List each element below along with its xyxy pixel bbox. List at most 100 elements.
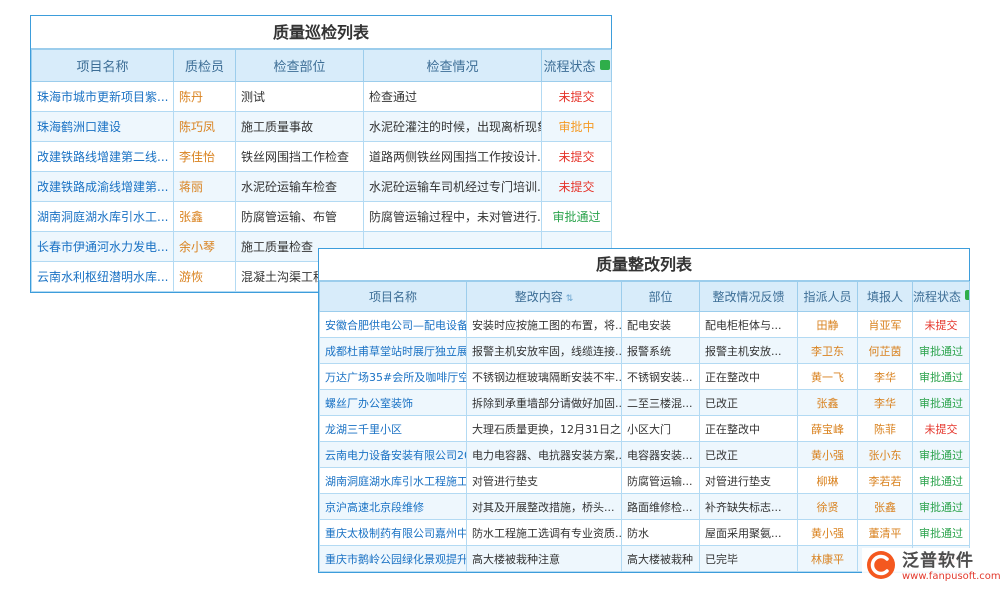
table-row[interactable]: 成都杜甫草堂站时展厅独立展...报警主机安放牢固，线缆连接...报警系统报警主机…	[320, 338, 970, 364]
table-cell: 肖亚军	[858, 312, 913, 338]
table-row[interactable]: 珠海市城市更新项目紫...陈丹测试检查通过未提交	[32, 82, 612, 112]
table-cell[interactable]: 重庆市鹅岭公园绿化景观提升...	[320, 546, 467, 572]
column-header[interactable]: 整改情况反馈	[700, 282, 798, 312]
cell-text: 小区大门	[627, 423, 671, 436]
table-cell[interactable]: 长春市伊通河水力发电...	[32, 232, 174, 262]
project-link[interactable]: 云南电力设备安装有限公司20...	[325, 449, 467, 462]
table-cell[interactable]: 湖南洞庭湖水库引水工程施工...	[320, 468, 467, 494]
person-name: 陈巧凤	[179, 120, 215, 134]
cell-text: 配电安装	[627, 319, 671, 332]
table-cell: 已完毕	[700, 546, 798, 572]
column-header[interactable]: 质检员	[174, 50, 236, 82]
column-header-label: 检查情况	[426, 60, 478, 75]
column-header[interactable]: 填报人	[858, 282, 913, 312]
table-cell: 蒋丽	[174, 172, 236, 202]
column-header[interactable]: 项目名称	[320, 282, 467, 312]
cell-text: 检查通过	[369, 90, 417, 104]
person-name: 李若若	[869, 475, 902, 488]
column-header[interactable]: 指派人员	[798, 282, 858, 312]
status-text: 审批通过	[919, 475, 963, 488]
table-cell: 小区大门	[622, 416, 700, 442]
table-cell[interactable]: 珠海市城市更新项目紫...	[32, 82, 174, 112]
person-name: 陈丹	[179, 90, 203, 104]
export-icon[interactable]	[965, 290, 969, 300]
table-cell[interactable]: 重庆太极制药有限公司嘉州中...	[320, 520, 467, 546]
column-header[interactable]: 流程状态	[913, 282, 970, 312]
table-cell[interactable]: 京沪高速北京段维修	[320, 494, 467, 520]
table-cell: 路面维修检...	[622, 494, 700, 520]
table-cell[interactable]: 改建铁路线增建第二线...	[32, 142, 174, 172]
cell-text: 水泥砼运输车检查	[241, 180, 337, 194]
table-cell[interactable]: 安徽合肥供电公司—配电设备...	[320, 312, 467, 338]
cell-text: 水泥砼灌注的时候，出现离析现象	[369, 120, 542, 134]
table-row[interactable]: 螺丝厂办公室装饰拆除到承重墙部分请做好加固...二至三楼混...已改正张鑫李华审…	[320, 390, 970, 416]
column-header[interactable]: 项目名称	[32, 50, 174, 82]
table-row[interactable]: 改建铁路成渝线增建第... 蒋丽水泥砼运输车检查 水泥砼运输车司机经过专门培训...…	[32, 172, 612, 202]
table-cell: 补齐缺失标志...	[700, 494, 798, 520]
project-link[interactable]: 龙湖三千里小区	[325, 423, 402, 436]
project-link[interactable]: 长春市伊通河水力发电...	[37, 240, 168, 254]
project-link[interactable]: 重庆太极制药有限公司嘉州中...	[325, 527, 467, 540]
table-row[interactable]: 珠海鹤洲口建设陈巧凤施工质量事故水泥砼灌注的时候，出现离析现象审批中	[32, 112, 612, 142]
table-cell: 柳琳	[798, 468, 858, 494]
project-link[interactable]: 云南水利枢纽潜明水库...	[37, 270, 168, 284]
person-name: 李华	[874, 397, 896, 410]
table-cell[interactable]: 珠海鹤洲口建设	[32, 112, 174, 142]
project-link[interactable]: 安徽合肥供电公司—配电设备...	[325, 319, 467, 332]
table-row[interactable]: 改建铁路线增建第二线...李佳怡铁丝网围挡工作检查道路两侧铁丝网围挡工作按设计.…	[32, 142, 612, 172]
table-cell[interactable]: 改建铁路成渝线增建第...	[32, 172, 174, 202]
project-link[interactable]: 湖南洞庭湖水库引水工程施工...	[325, 475, 467, 488]
table-cell[interactable]: 成都杜甫草堂站时展厅独立展...	[320, 338, 467, 364]
table-row[interactable]: 云南电力设备安装有限公司20...电力电容器、电抗器安装方案,...电容器安装.…	[320, 442, 970, 468]
table-cell: 测试	[236, 82, 364, 112]
person-name: 张鑫	[179, 210, 203, 224]
cell-text: 已完毕	[705, 553, 738, 566]
table-row[interactable]: 京沪高速北京段维修对其及开展整改措施，桥头...路面维修检...补齐缺失标志..…	[320, 494, 970, 520]
column-header[interactable]: 部位	[622, 282, 700, 312]
table-row[interactable]: 安徽合肥供电公司—配电设备...安装时应按施工图的布置，将...配电安装配电柜柜…	[320, 312, 970, 338]
table-cell: 水泥砼运输车司机经过专门培训...	[364, 172, 542, 202]
column-header-label: 质检员	[185, 60, 224, 75]
table-cell[interactable]: 云南电力设备安装有限公司20...	[320, 442, 467, 468]
table-cell[interactable]: 螺丝厂办公室装饰	[320, 390, 467, 416]
project-link[interactable]: 珠海鹤洲口建设	[37, 120, 121, 134]
project-link[interactable]: 改建铁路线增建第二线...	[37, 150, 168, 164]
person-name: 田静	[817, 319, 839, 332]
export-icon[interactable]	[600, 60, 610, 70]
column-header[interactable]: 检查部位	[236, 50, 364, 82]
logo-site-url[interactable]: www.fanpusoft.com	[902, 571, 1000, 582]
project-link[interactable]: 螺丝厂办公室装饰	[325, 397, 413, 410]
project-link[interactable]: 改建铁路成渝线增建第...	[37, 180, 168, 194]
person-name: 徐贤	[817, 501, 839, 514]
table-cell: 张鑫	[174, 202, 236, 232]
project-link[interactable]: 成都杜甫草堂站时展厅独立展...	[325, 345, 467, 358]
cell-text: 防腐管运输过程中，未对管进行...	[369, 210, 542, 224]
table-row[interactable]: 湖南洞庭湖水库引水工...张鑫防腐管运输、布管防腐管运输过程中，未对管进行...…	[32, 202, 612, 232]
person-name: 陈菲	[874, 423, 896, 436]
cell-text: 防水工程施工选调有专业资质...	[472, 527, 622, 540]
project-link[interactable]: 珠海市城市更新项目紫...	[37, 90, 168, 104]
table-row[interactable]: 万达广场35#会所及咖啡厅空...不锈钢边框玻璃隔断安装不牢...不锈钢安装..…	[320, 364, 970, 390]
table-cell[interactable]: 万达广场35#会所及咖啡厅空...	[320, 364, 467, 390]
status-text: 审批通过	[919, 397, 963, 410]
table-cell[interactable]: 云南水利枢纽潜明水库...	[32, 262, 174, 292]
table-cell[interactable]: 湖南洞庭湖水库引水工...	[32, 202, 174, 232]
project-link[interactable]: 京沪高速北京段维修	[325, 501, 424, 514]
rectify-table: 项目名称整改内容⇅部位整改情况反馈指派人员填报人流程状态安徽合肥供电公司—配电设…	[319, 281, 970, 572]
column-header[interactable]: 检查情况	[364, 50, 542, 82]
project-link[interactable]: 万达广场35#会所及咖啡厅空...	[325, 371, 467, 384]
table-row[interactable]: 龙湖三千里小区大理石质量更换，12月31日之...小区大门正在整改中薛宝峰陈菲未…	[320, 416, 970, 442]
project-link[interactable]: 重庆市鹅岭公园绿化景观提升...	[325, 553, 467, 566]
column-header[interactable]: 流程状态	[542, 50, 612, 82]
column-header[interactable]: 整改内容⇅	[467, 282, 622, 312]
column-header-label: 检查部位	[273, 60, 325, 75]
cell-text: 高大楼被栽种注意	[472, 553, 560, 566]
table-cell: 未提交	[542, 172, 612, 202]
project-link[interactable]: 湖南洞庭湖水库引水工...	[37, 210, 168, 224]
table-row[interactable]: 重庆太极制药有限公司嘉州中...防水工程施工选调有专业资质...防水屋面采用聚氨…	[320, 520, 970, 546]
rectify-table-title: 质量整改列表	[319, 249, 969, 281]
cell-text: 屋面采用聚氨...	[705, 527, 782, 540]
sort-icon[interactable]: ⇅	[566, 294, 574, 304]
table-row[interactable]: 湖南洞庭湖水库引水工程施工...对管进行垫支防腐管运输...对管进行垫支柳琳李若…	[320, 468, 970, 494]
table-cell[interactable]: 龙湖三千里小区	[320, 416, 467, 442]
